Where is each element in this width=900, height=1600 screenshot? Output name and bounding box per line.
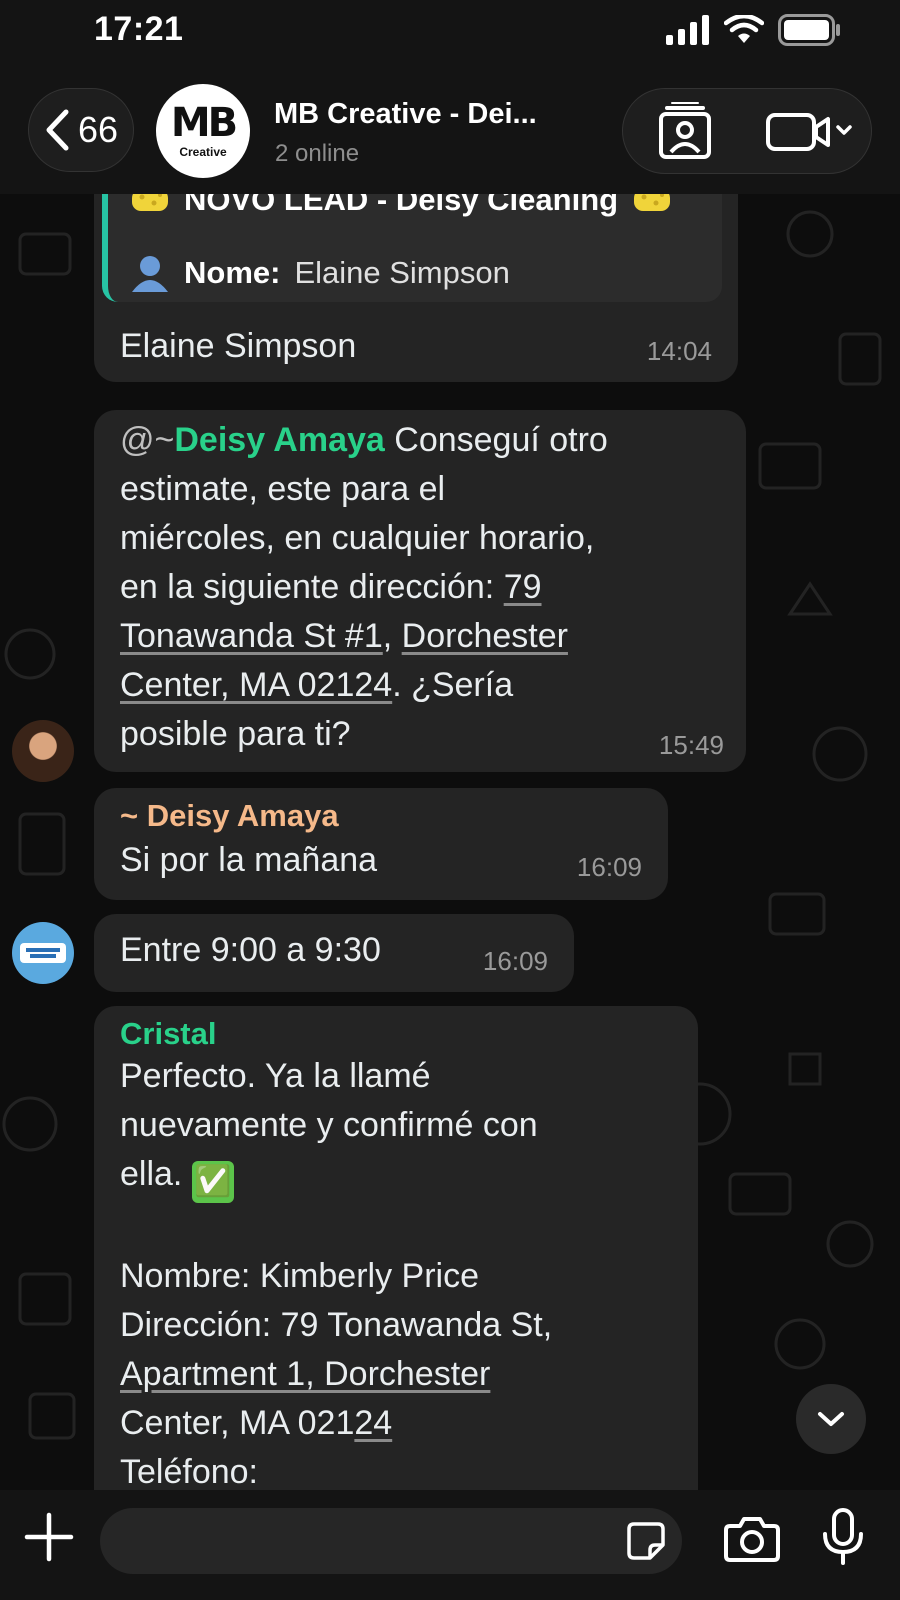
back-button[interactable]: 66 (28, 88, 134, 172)
chat-header: 66 MB Creative MB Creative - Dei... 2 on… (0, 62, 900, 194)
sender-avatar-company[interactable] (12, 922, 74, 984)
chevron-down-icon (818, 1412, 844, 1426)
message-text-d: en la siguiente dirección: (120, 568, 504, 606)
message-text: @~Deisy Amaya Conseguí otro estimate, es… (120, 416, 740, 759)
address-link[interactable]: 24 (354, 1404, 392, 1442)
company-logo-icon (20, 943, 66, 963)
person-emoji-icon (132, 256, 168, 292)
message-bubble-lead[interactable]: NOVO LEAD - Deisy Cleaning Nome: Elaine … (94, 194, 738, 382)
message-line: Nombre: Kimberly Price (120, 1257, 479, 1295)
sponge-emoji-icon (634, 194, 671, 211)
message-time: 16:09 (482, 946, 548, 976)
contact-card-button[interactable] (623, 88, 747, 174)
quote-name-row: Nome: Elaine Simpson (130, 254, 510, 292)
quote-name-value: Elaine Simpson (294, 255, 510, 290)
quote-name-label: Nome: (184, 255, 281, 290)
message-time: 16:09 (576, 852, 642, 882)
call-actions (622, 88, 872, 174)
sponge-emoji-icon (132, 194, 168, 211)
quote-title: NOVO LEAD - Deisy Cleaning (130, 194, 672, 218)
message-time: 14:04 (646, 336, 712, 366)
mention-link[interactable]: Deisy Amaya (174, 421, 384, 459)
message-text: Entre 9:00 a 9:30 (120, 931, 381, 969)
check-emoji-icon: ✅ (191, 1161, 234, 1203)
sender-name[interactable]: ~ Deisy Amaya (120, 798, 339, 834)
message-line: Perfecto. Ya la llamé (120, 1057, 431, 1095)
battery-icon (778, 14, 840, 46)
status-icons (666, 14, 842, 46)
plus-icon[interactable] (24, 1512, 74, 1562)
message-input[interactable] (100, 1508, 682, 1574)
message-text-e: . ¿Sería (392, 666, 514, 704)
chat-messages[interactable]: NOVO LEAD - Deisy Cleaning Nome: Elaine … (0, 194, 900, 1490)
group-avatar[interactable]: MB Creative (156, 84, 250, 178)
message-bubble-mention[interactable]: @~Deisy Amaya Conseguí otro estimate, es… (94, 410, 746, 772)
status-time: 17:21 (94, 10, 184, 48)
message-text-a: Conseguí otro (384, 421, 608, 459)
video-call-icon (766, 113, 852, 151)
message-line: Teléfono: (120, 1453, 258, 1490)
avatar-logo: MB (170, 100, 238, 146)
message-bubble-confirm[interactable]: Cristal Perfecto. Ya la llamé nuevamente… (94, 1006, 698, 1490)
address-separator: , (382, 617, 402, 655)
group-online-status: 2 online (275, 140, 360, 167)
avatar-logo-sub: Creative (179, 145, 227, 159)
message-text: Elaine Simpson (120, 327, 357, 365)
cellular-signal-icon (666, 15, 709, 45)
unread-count: 66 (77, 109, 119, 150)
mention-prefix: @~ (120, 421, 175, 459)
sender-avatar-deisy[interactable] (12, 720, 74, 782)
message-line: Center, MA 021 (120, 1404, 355, 1442)
address-link[interactable]: 79 (504, 568, 542, 606)
sender-name[interactable]: Cristal (120, 1016, 216, 1052)
sticker-icon[interactable] (626, 1521, 666, 1561)
message-text-b: estimate, este para el (120, 470, 446, 508)
microphone-icon[interactable] (820, 1508, 866, 1566)
status-bar: 17:21 (0, 0, 900, 62)
address-link[interactable]: Apartment 1, Dorchester (120, 1355, 490, 1393)
back-chevron-icon (46, 109, 69, 151)
address-link[interactable]: Dorchester (402, 617, 568, 655)
wifi-icon (724, 15, 764, 43)
address-link[interactable]: Center, MA 02124 (120, 666, 392, 704)
message-text: Perfecto. Ya la llamé nuevamente y confi… (120, 1052, 690, 1490)
video-call-button[interactable] (747, 88, 871, 174)
camera-icon[interactable] (724, 1514, 780, 1562)
group-title[interactable]: MB Creative - Dei... (274, 98, 537, 131)
message-text-c: miércoles, en cualquier horario, (120, 519, 595, 557)
message-line: nuevamente y confirmé con (120, 1106, 538, 1144)
message-composer (0, 1490, 900, 1600)
message-text: Si por la mañana (120, 841, 378, 879)
message-line: Dirección: 79 Tonawanda St, (120, 1306, 553, 1344)
scroll-to-bottom-button[interactable] (796, 1384, 866, 1454)
address-link[interactable]: Tonawanda St #1 (120, 617, 383, 655)
message-bubble-reply[interactable]: ~ Deisy Amaya Si por la mañana 16:09 (94, 788, 668, 900)
message-line: ella. (120, 1155, 192, 1193)
message-text-f: posible para ti? (120, 715, 351, 753)
message-bubble-time[interactable]: Entre 9:00 a 9:30 16:09 (94, 914, 574, 992)
quote-title-text: NOVO LEAD - Deisy Cleaning (184, 194, 619, 217)
quoted-message[interactable]: NOVO LEAD - Deisy Cleaning Nome: Elaine … (102, 194, 722, 302)
contact-card-icon (659, 102, 711, 159)
message-time: 15:49 (658, 730, 724, 760)
